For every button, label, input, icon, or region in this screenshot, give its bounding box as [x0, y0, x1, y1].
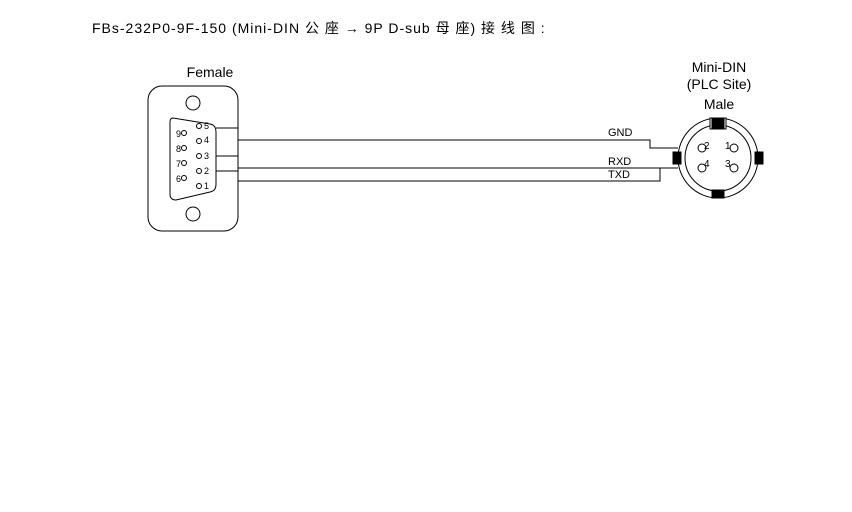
minidin-connector-icon: [673, 118, 763, 198]
wiring-diagram: [0, 0, 852, 512]
wires: [216, 128, 678, 181]
dsub-connector-icon: [148, 86, 238, 231]
